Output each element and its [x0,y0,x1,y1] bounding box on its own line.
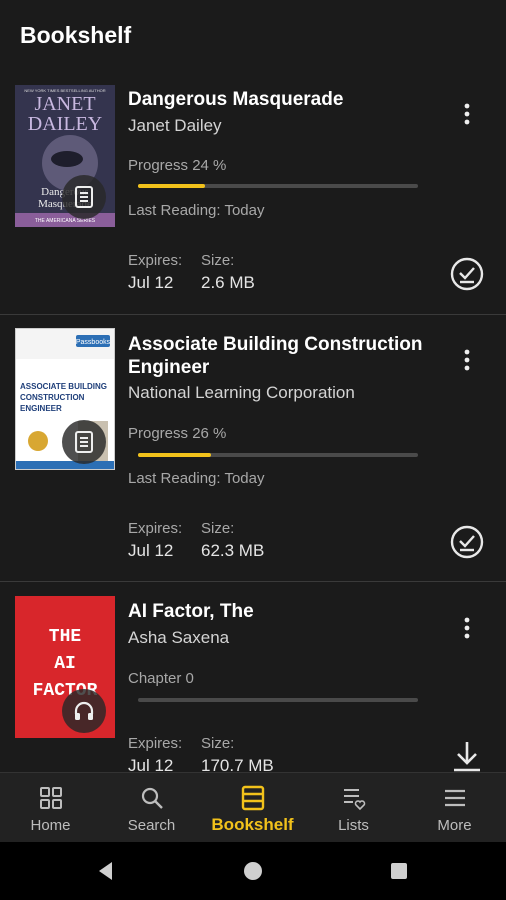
nav-label: Bookshelf [211,815,294,834]
nav-item-lists[interactable]: Lists [303,773,404,843]
more-options-icon[interactable] [456,99,478,129]
size-value: 62.3 MB [201,541,265,560]
cover-brand: Passbooks [76,339,111,346]
nav-item-home[interactable]: Home [0,773,101,843]
last-reading: Last Reading: Today [128,202,265,219]
progress-fill [138,184,206,188]
book-author: National Learning Corporation [128,383,355,402]
system-nav-bar [0,842,506,900]
expires-label: Expires: [128,520,183,537]
book-title[interactable]: Associate Building Construction Engineer [128,333,436,379]
progress-bar [138,184,418,188]
expires-value: Jul 12 [128,273,174,292]
more-options-icon[interactable] [456,613,478,643]
nav-label: More [437,817,472,834]
cover-word-2: AI [54,654,76,674]
nav-label: Search [127,817,176,834]
progress-label: Progress 24 % [128,157,227,174]
bottom-nav: Home Search Bookshelf Lists More [0,772,506,842]
recents-icon[interactable] [387,859,411,883]
size-label: Size: [201,252,235,269]
back-icon[interactable] [94,859,118,883]
menu-icon [444,789,465,807]
book-author: Janet Dailey [128,116,222,135]
cover-line-1: ASSOCIATE BUILDING [20,382,107,391]
document-icon [62,175,106,219]
progress-label: Progress 26 % [128,425,227,442]
check-circle-icon[interactable] [448,523,486,561]
home-icon[interactable] [241,859,265,883]
download-icon[interactable] [448,738,486,772]
headphones-icon [62,689,106,733]
bookshelf-icon [241,785,264,811]
progress-bar [138,698,418,702]
chapter-label: Chapter 0 [128,670,194,687]
list-heart-icon [343,789,365,811]
document-icon [62,420,106,464]
book-item[interactable]: NEW YORK TIMES BESTSELLING AUTHOR JANET … [0,72,506,314]
book-author: Asha Saxena [128,628,230,647]
nav-item-more[interactable]: More [404,773,505,843]
expires-value: Jul 12 [128,756,174,772]
book-item[interactable]: THE AI FACTOR AI Factor, The Asha Saxena… [0,582,506,772]
cover-series: THE AMERICANA SERIES [35,218,96,224]
progress-bar [138,453,418,457]
search-icon [141,787,163,809]
cover-author-last: DAILEY [28,113,102,135]
cover-word-1: THE [49,627,82,647]
page-title: Bookshelf [20,22,132,48]
expires-label: Expires: [128,252,183,269]
progress-fill [138,453,211,457]
book-item[interactable]: Passbooks ASSOCIATE BUILDING CONSTRUCTIO… [0,315,506,581]
expires-value: Jul 12 [128,541,174,560]
nav-item-bookshelf[interactable]: Bookshelf [202,773,303,843]
nav-item-search[interactable]: Search [101,773,202,843]
cover-line-2: CONSTRUCTION [20,393,85,402]
grid-icon [39,787,62,809]
expires-label: Expires: [128,735,183,752]
more-options-icon[interactable] [456,345,478,375]
cover-line-3: ENGINEER [20,404,62,413]
size-value: 170.7 MB [201,756,274,772]
size-value: 2.6 MB [201,273,255,292]
size-label: Size: [201,735,235,752]
nav-label: Lists [338,817,369,834]
cover-author-first: JANET [34,93,95,115]
check-circle-icon[interactable] [448,255,486,293]
last-reading: Last Reading: Today [128,470,265,487]
nav-label: Home [30,817,71,834]
book-title[interactable]: Dangerous Masquerade [128,88,436,111]
book-title[interactable]: AI Factor, The [128,600,436,623]
app-header: Bookshelf [0,0,506,72]
size-label: Size: [201,520,235,537]
